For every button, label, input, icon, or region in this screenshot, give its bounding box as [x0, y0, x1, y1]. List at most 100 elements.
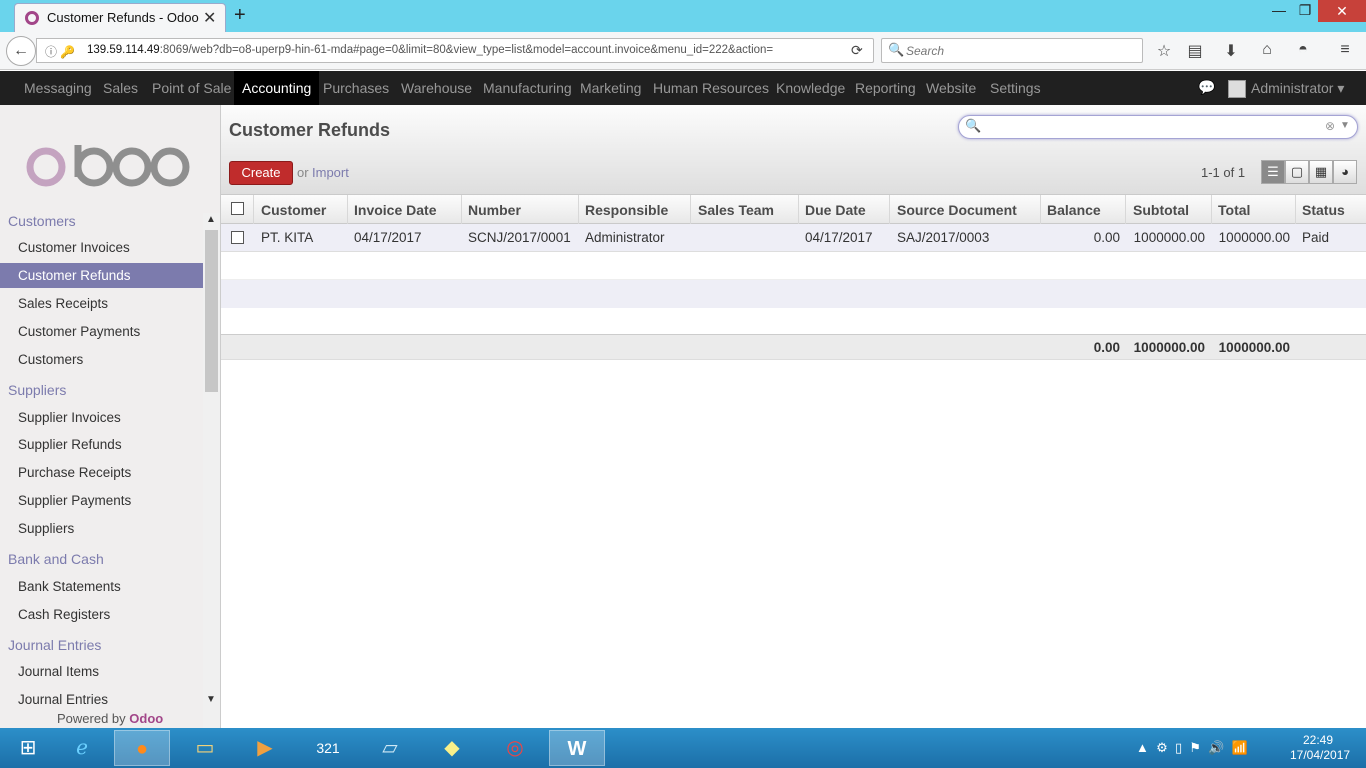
column-customer[interactable]: Customer: [261, 202, 326, 218]
column-status[interactable]: Status: [1302, 202, 1345, 218]
menu-warehouse[interactable]: Warehouse: [401, 80, 472, 96]
pocket-icon[interactable]: ◓: [1292, 41, 1314, 59]
section-customers[interactable]: Customers: [8, 213, 76, 229]
reading-list-icon[interactable]: ▤: [1184, 41, 1206, 61]
cell-customer: PT. KITA: [261, 230, 314, 245]
column-number[interactable]: Number: [468, 202, 521, 218]
menu-settings[interactable]: Settings: [990, 80, 1041, 96]
create-button[interactable]: Create: [229, 161, 293, 185]
graph-view-icon[interactable]: ◕: [1333, 160, 1357, 184]
scroll-up-icon[interactable]: ▲: [206, 214, 216, 225]
window-close-button[interactable]: ✕: [1318, 0, 1366, 22]
user-menu[interactable]: Administrator ▾: [1251, 80, 1344, 97]
column-due-date[interactable]: Due Date: [805, 202, 866, 218]
back-arrow-icon[interactable]: ←: [6, 36, 36, 66]
sidebar-item-supplier-refunds[interactable]: Supplier Refunds: [0, 432, 203, 457]
clock[interactable]: 22:49 17/04/2017: [1290, 733, 1350, 763]
search-view[interactable]: 🔍 ⊗ ▼: [958, 115, 1358, 139]
reload-icon[interactable]: ⟳: [851, 42, 863, 59]
column-sales-team[interactable]: Sales Team: [698, 202, 774, 218]
sidebar-item-suppliers[interactable]: Suppliers: [0, 516, 203, 541]
menu-accounting[interactable]: Accounting: [234, 71, 320, 105]
column-total[interactable]: Total: [1218, 202, 1250, 218]
menu-reporting[interactable]: Reporting: [855, 80, 916, 96]
column-balance[interactable]: Balance: [1047, 202, 1101, 218]
chrome-icon[interactable]: ◎: [487, 730, 543, 766]
calendar-view-icon[interactable]: ▦: [1309, 160, 1333, 184]
avatar[interactable]: [1228, 80, 1246, 98]
menu-website[interactable]: Website: [926, 80, 976, 96]
pager-value[interactable]: 1-1 of 1: [1201, 165, 1245, 180]
table-row[interactable]: PT. KITA 04/17/2017 SCNJ/2017/0001 Admin…: [221, 224, 1366, 252]
sidebar-item-customer-invoices[interactable]: Customer Invoices: [0, 235, 203, 260]
view-header: Customer Refunds 🔍 ⊗ ▼ Create or Import …: [221, 105, 1366, 195]
sticky-notes-icon[interactable]: ◆: [424, 730, 480, 766]
sidebar-item-journal-items[interactable]: Journal Items: [0, 659, 203, 684]
system-tray[interactable]: ▲ ⚙ ▯ ⚑ 🔊 📶: [1136, 740, 1248, 756]
notepad-icon[interactable]: ▱: [362, 730, 418, 766]
search-options-chevron-down-icon[interactable]: ▼: [1340, 120, 1350, 131]
list-view-icon[interactable]: ☰: [1261, 160, 1285, 184]
row-checkbox[interactable]: [231, 231, 244, 244]
clear-search-icon[interactable]: ⊗: [1325, 119, 1335, 133]
sidebar-item-purchase-receipts[interactable]: Purchase Receipts: [0, 460, 203, 485]
sidebar-item-cash-registers[interactable]: Cash Registers: [0, 602, 203, 627]
tab-close-icon[interactable]: ✕: [203, 8, 216, 28]
url-bar[interactable]: ⓘ 🔑 139.59.114.49:8069/web?db=o8-uperp9-…: [36, 38, 874, 63]
browser-tab[interactable]: Customer Refunds - Odoo ✕: [14, 3, 226, 32]
menu-marketing[interactable]: Marketing: [580, 80, 641, 96]
select-all-checkbox[interactable]: [231, 202, 244, 215]
sidebar-item-journal-entries[interactable]: Journal Entries: [0, 687, 203, 712]
browser-search-bar[interactable]: 🔍 Search: [881, 38, 1143, 63]
menu-purchases[interactable]: Purchases: [323, 80, 389, 96]
column-invoice-date[interactable]: Invoice Date: [354, 202, 436, 218]
column-responsible[interactable]: Responsible: [585, 202, 668, 218]
sidebar-item-supplier-payments[interactable]: Supplier Payments: [0, 488, 203, 513]
sidebar-item-bank-statements[interactable]: Bank Statements: [0, 574, 203, 599]
download-icon[interactable]: ⬇: [1220, 41, 1242, 61]
tab-title: Customer Refunds - Odoo: [47, 10, 199, 25]
search-input[interactable]: [979, 119, 1309, 135]
sidebar-item-customer-refunds[interactable]: Customer Refunds: [0, 263, 203, 288]
sidebar-item-supplier-invoices[interactable]: Supplier Invoices: [0, 405, 203, 430]
sidebar-item-customer-payments[interactable]: Customer Payments: [0, 319, 203, 344]
column-source-document[interactable]: Source Document: [897, 202, 1017, 218]
sidebar-item-sales-receipts[interactable]: Sales Receipts: [0, 291, 203, 316]
menu-knowledge[interactable]: Knowledge: [776, 80, 845, 96]
word-icon[interactable]: W: [549, 730, 605, 766]
cell-source-document: SAJ/2017/0003: [897, 230, 990, 245]
total-balance: 0.00: [1093, 340, 1120, 355]
ie-icon[interactable]: ℯ: [54, 730, 110, 766]
total-subtotal: 1000000.00: [1133, 340, 1205, 355]
home-icon[interactable]: ⌂: [1256, 41, 1278, 59]
cell-balance: 0.00: [1093, 230, 1120, 245]
form-view-icon[interactable]: ▢: [1285, 160, 1309, 184]
menu-point-of-sale[interactable]: Point of Sale: [152, 80, 231, 96]
menu-human-resources[interactable]: Human Resources: [653, 80, 769, 96]
start-icon[interactable]: ⊞: [0, 730, 56, 766]
explorer-icon[interactable]: ▭: [177, 730, 233, 766]
sidebar-item-customers[interactable]: Customers: [0, 347, 203, 372]
firefox-icon[interactable]: ●: [114, 730, 170, 766]
bookmark-star-icon[interactable]: ☆: [1153, 41, 1175, 61]
column-subtotal[interactable]: Subtotal: [1133, 202, 1189, 218]
media-player-icon[interactable]: ▶: [237, 730, 293, 766]
menu-messaging[interactable]: Messaging: [24, 80, 92, 96]
url-text[interactable]: 139.59.114.49:8069/web?db=o8-uperp9-hin-…: [87, 44, 773, 56]
scroll-down-icon[interactable]: ▼: [206, 694, 216, 705]
new-tab-button[interactable]: +: [234, 4, 246, 27]
restore-icon[interactable]: ❐: [1292, 2, 1318, 19]
section-journal-entries[interactable]: Journal Entries: [8, 637, 101, 653]
site-info-icon[interactable]: ⓘ 🔑: [45, 43, 75, 60]
minimize-icon[interactable]: —: [1266, 2, 1292, 18]
section-bank-and-cash[interactable]: Bank and Cash: [8, 551, 104, 567]
sidebar-scrollbar-thumb[interactable]: [205, 230, 218, 392]
menu-sales[interactable]: Sales: [103, 80, 138, 96]
powered-by-odoo-link[interactable]: Odoo: [129, 711, 163, 726]
import-link[interactable]: Import: [312, 165, 349, 180]
hamburger-menu-icon[interactable]: ≡: [1334, 41, 1356, 59]
chat-icon[interactable]: 💬: [1198, 79, 1215, 96]
menu-manufacturing[interactable]: Manufacturing: [483, 80, 572, 96]
section-suppliers[interactable]: Suppliers: [8, 382, 66, 398]
calendar-321-icon[interactable]: 321: [300, 730, 356, 766]
